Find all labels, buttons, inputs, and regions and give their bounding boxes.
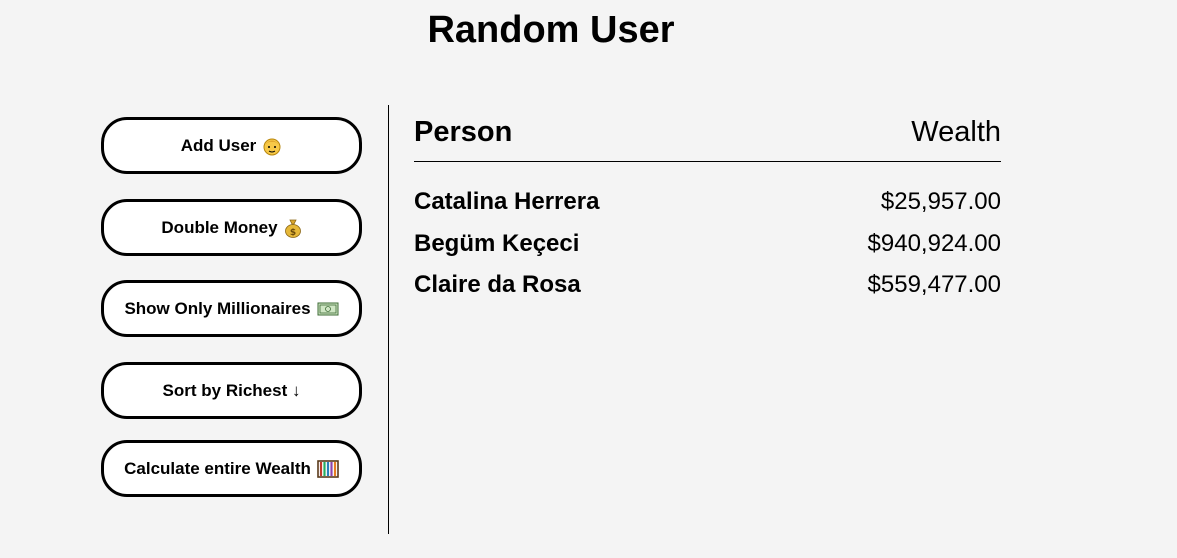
double-money-label: Double Money (161, 217, 278, 237)
sort-richest-button[interactable]: Sort by Richest ↓ (101, 362, 362, 419)
person-column-header: Person (414, 116, 513, 148)
wealth-column-header: Wealth (911, 116, 1001, 148)
page-title: Random User (427, 9, 675, 51)
calculate-wealth-button[interactable]: Calculate entire Wealth (101, 440, 362, 497)
person-wealth: $559,477.00 (867, 271, 1001, 298)
person-name: Catalina Herrera (414, 188, 600, 215)
money-bag-icon: $ (284, 218, 302, 238)
table-row: Catalina Herrera $25,957.00 (414, 187, 1001, 229)
table-row: Claire da Rosa $559,477.00 (414, 270, 1001, 312)
vertical-divider (388, 105, 389, 534)
calculate-wealth-label: Calculate entire Wealth (124, 458, 311, 478)
person-name: Begüm Keçeci (414, 229, 580, 257)
table-row: Begüm Keçeci $940,924.00 (414, 229, 1001, 271)
add-user-label: Add User (180, 135, 257, 155)
add-user-button[interactable]: Add User (101, 117, 362, 174)
svg-text:$: $ (289, 228, 295, 238)
face-icon (262, 136, 282, 156)
person-wealth: $940,924.00 (867, 229, 1001, 257)
table-rows: Catalina Herrera $25,957.00 Begüm Keçeci… (414, 187, 1001, 312)
banknote-icon (317, 301, 339, 317)
wealth-table: Person Wealth Catalina Herrera $25,957.0… (414, 110, 1001, 312)
abacus-icon (317, 459, 339, 478)
show-millionaires-label: Show Only Millionaires (124, 298, 311, 318)
show-millionaires-button[interactable]: Show Only Millionaires (101, 280, 362, 337)
sort-richest-label: Sort by Richest ↓ (162, 380, 301, 400)
person-wealth: $25,957.00 (880, 188, 1001, 215)
person-name: Claire da Rosa (414, 271, 581, 298)
table-header: Person Wealth (414, 110, 1001, 162)
double-money-button[interactable]: Double Money $ (101, 199, 362, 256)
